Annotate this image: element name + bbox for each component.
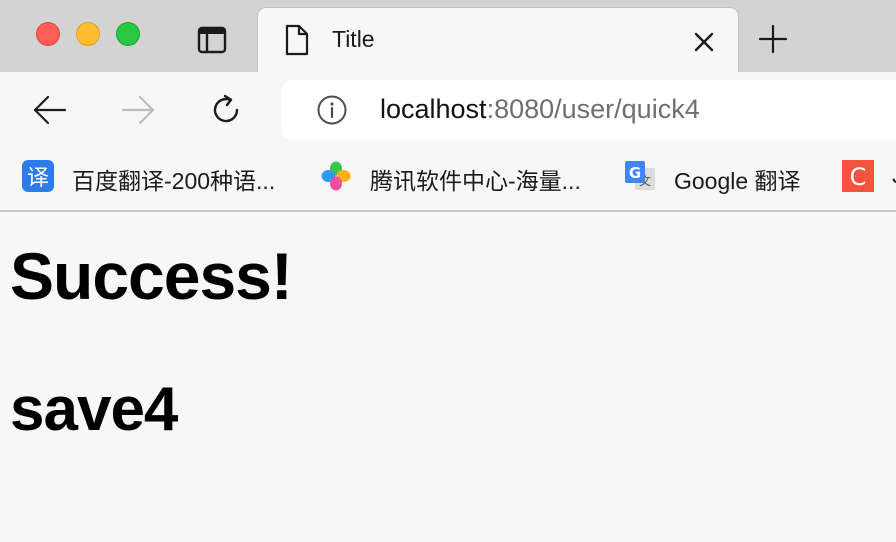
csdn-icon: C [842,160,874,192]
bookmark-csdn[interactable]: C J [842,160,896,192]
new-tab-plus-icon[interactable] [758,24,788,54]
svg-text:C: C [850,163,867,191]
bookmark-label: J [892,162,896,189]
page-heading: Success! [10,239,293,313]
bookmarks-bar: 译 百度翻译-200种语... 腾讯软件中心-海量... 文 G Google … [0,148,896,212]
tab-strip: Title [0,0,896,72]
bookmark-baidu-translate[interactable]: 译 百度翻译-200种语... [22,160,312,194]
maximize-window-button[interactable] [116,22,140,46]
arrow-left-icon[interactable] [32,92,68,128]
page-icon [285,24,309,56]
bookmark-label: 百度翻译-200种语... [72,168,276,194]
url-path: :8080/user/quick4 [486,94,700,124]
url-host: localhost [380,94,487,124]
bookmark-google-translate[interactable]: 文 G Google 翻译 [624,160,824,194]
sidebar-icon [197,26,227,54]
url-text[interactable]: localhost:8080/user/quick4 [380,94,700,125]
bookmark-label: Google 翻译 [674,168,801,194]
tab-title: Title [332,26,375,52]
page-subheading: save4 [10,375,178,444]
bookmark-tencent-software[interactable]: 腾讯软件中心-海量... [320,160,610,194]
browser-window: Title localhost:8080/user/quick4 译 百度翻译-… [0,0,896,542]
address-bar[interactable]: localhost:8080/user/quick4 [282,80,896,140]
svg-text:译: 译 [27,166,49,191]
page-content: Success! save4 [0,214,896,542]
baidu-translate-icon: 译 [22,160,54,192]
tencent-software-icon [321,161,351,191]
minimize-window-button[interactable] [76,22,100,46]
bookmark-label: 腾讯软件中心-海量... [370,168,581,194]
info-icon[interactable] [316,94,348,126]
svg-text:G: G [629,164,641,182]
reload-icon[interactable] [208,92,244,128]
navigation-toolbar: localhost:8080/user/quick4 [0,72,896,148]
close-icon[interactable] [692,30,716,54]
arrow-right-icon[interactable] [120,92,156,128]
google-translate-icon: 文 G [625,161,655,190]
sidebar-toggle-button[interactable] [196,24,228,56]
close-window-button[interactable] [36,22,60,46]
tab-active[interactable]: Title [258,8,738,72]
